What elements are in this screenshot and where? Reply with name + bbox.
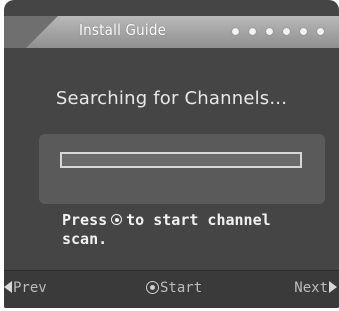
instruction-press: Press <box>62 211 108 229</box>
title-tab-notch <box>4 16 58 48</box>
install-guide-dialog: Install Guide Searching for Channels... … <box>4 0 339 308</box>
start-label: Start <box>160 280 203 296</box>
step-dot <box>300 28 307 35</box>
progress-panel <box>39 134 325 204</box>
step-dot <box>317 28 324 35</box>
next-button[interactable]: Next <box>294 280 337 296</box>
step-dot <box>283 28 290 35</box>
triangle-right-icon <box>329 281 337 293</box>
step-dot <box>266 28 273 35</box>
ok-button-icon <box>146 281 159 294</box>
step-dot <box>249 28 256 35</box>
step-indicator <box>232 28 328 36</box>
start-button[interactable]: Start <box>146 280 202 296</box>
triangle-left-icon <box>4 281 12 293</box>
tv-screen: Install Guide Searching for Channels... … <box>0 0 339 311</box>
dialog-title: Install Guide <box>79 21 167 39</box>
footer-nav: Prev Start Next <box>4 270 339 308</box>
scan-progress-bar <box>60 152 302 168</box>
prev-button[interactable]: Prev <box>4 280 47 296</box>
status-heading: Searching for Channels... <box>55 88 288 109</box>
next-label: Next <box>294 280 328 296</box>
ok-button-icon <box>111 214 123 225</box>
title-bar: Install Guide <box>4 16 339 48</box>
instruction-text: Press to start channel scan. <box>62 211 332 249</box>
step-dot <box>232 28 239 35</box>
prev-label: Prev <box>13 280 47 296</box>
